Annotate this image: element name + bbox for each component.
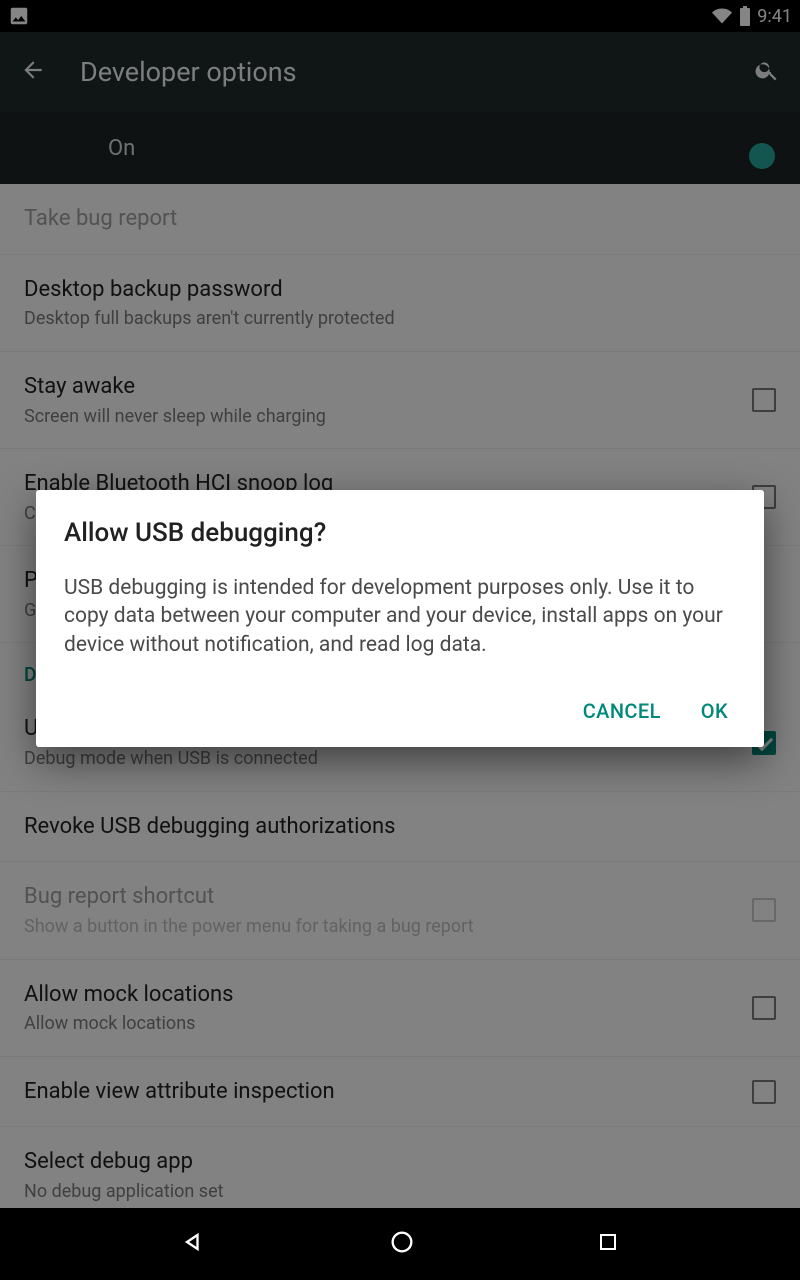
nav-recent-icon[interactable] (596, 1230, 620, 1258)
navigation-bar (0, 1208, 800, 1280)
dialog-ok-button[interactable]: OK (701, 699, 728, 723)
nav-back-icon[interactable] (180, 1228, 208, 1260)
dialog-title: Allow USB debugging? (64, 518, 736, 548)
dialog-allow-usb-debugging: Allow USB debugging? USB debugging is in… (36, 490, 764, 747)
dialog-cancel-button[interactable]: Cancel (583, 699, 661, 723)
nav-home-icon[interactable] (388, 1228, 416, 1260)
dialog-body: USB debugging is intended for developmen… (64, 574, 736, 659)
